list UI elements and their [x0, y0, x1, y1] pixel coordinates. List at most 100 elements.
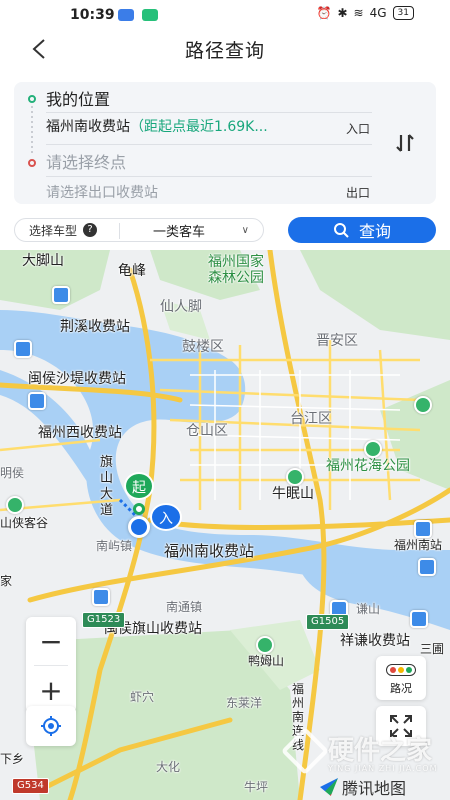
- toll-station-icon[interactable]: [52, 286, 70, 304]
- divider: [46, 176, 372, 177]
- battery-icon: 31: [392, 6, 414, 20]
- map-label: 谦山: [356, 602, 381, 616]
- search-icon: [333, 223, 349, 238]
- map-label: 福州花海公园: [326, 458, 410, 474]
- map-label: 龟峰: [118, 263, 146, 279]
- route-connector: [31, 106, 33, 156]
- park-icon: [414, 396, 432, 414]
- vehicle-type-label: 选择车型: [29, 223, 78, 238]
- entry-station-name: 福州南收费站: [46, 119, 130, 135]
- highway-shield: G1523: [82, 612, 126, 628]
- destination-field[interactable]: 请选择终点: [46, 149, 372, 173]
- entry-station-distance: （距起点最近1.69K...: [130, 119, 268, 135]
- signal-icon: 4G: [369, 6, 387, 20]
- map-label: 南屿镇: [96, 539, 133, 553]
- start-dot-icon: [28, 95, 36, 103]
- message-app-icon: [142, 9, 158, 21]
- exit-tag: 出口: [345, 186, 370, 200]
- traffic-light-icon: [386, 664, 416, 676]
- end-dot-icon: [28, 159, 36, 167]
- watermark: 硬件之家 YING JIAN ZHI JIA.COM: [280, 726, 438, 780]
- map-label: 旗山大道: [100, 455, 114, 518]
- map-label: 牛眠山: [272, 486, 314, 502]
- map-label: 台江区: [290, 411, 332, 427]
- crosshair-icon: [41, 716, 61, 736]
- map-label: 明侯: [0, 466, 25, 480]
- location-pin-icon: [133, 503, 145, 515]
- app-header: 路径查询: [0, 30, 450, 70]
- entry-marker[interactable]: 入: [150, 503, 182, 531]
- watermark-logo-icon: [280, 726, 330, 776]
- tencent-map-logo-icon: [320, 778, 338, 796]
- traffic-label: 路况: [390, 682, 412, 695]
- map-label: 福州南站: [394, 538, 443, 552]
- toll-station-icon[interactable]: [414, 520, 432, 538]
- watermark-subtext: YING JIAN ZHI JIA.COM: [328, 764, 438, 773]
- chevron-down-icon: ∨: [241, 224, 249, 236]
- query-button[interactable]: 查询: [288, 217, 436, 243]
- toll-station-icon[interactable]: [410, 610, 428, 628]
- page-title: 路径查询: [184, 40, 265, 62]
- start-location-field[interactable]: 我的位置: [46, 86, 372, 110]
- map-label: 山侠客谷: [0, 516, 49, 530]
- map-label: 虾穴: [130, 690, 155, 704]
- divider: [46, 144, 372, 145]
- vehicle-type-value: 一类客车: [153, 224, 206, 240]
- map-label: 牛坪: [244, 780, 269, 794]
- highway-shield: G534: [12, 778, 49, 794]
- map-label: 祥谦收费站: [340, 633, 410, 649]
- park-icon: [256, 636, 274, 654]
- toll-station-icon[interactable]: [418, 558, 436, 576]
- swap-icon: [396, 134, 414, 152]
- bluetooth-icon: ✱: [337, 6, 348, 20]
- map-label: 大脚山: [22, 253, 64, 269]
- notification-app-icon: [118, 9, 134, 21]
- toll-station-icon[interactable]: [28, 392, 46, 410]
- watermark-text: 硬件之家: [328, 736, 433, 766]
- brand-name: 腾讯地图: [342, 779, 407, 798]
- zoom-controls: − +: [26, 617, 76, 713]
- swap-button[interactable]: [392, 130, 418, 156]
- map-label: 闽侯沙堤收费站: [28, 371, 126, 387]
- park-icon: [6, 496, 24, 514]
- park-icon: [286, 468, 304, 486]
- map-brand: 腾讯地图: [320, 775, 406, 799]
- map-label: 南通镇: [166, 600, 203, 614]
- wifi-icon: ≋: [353, 6, 364, 20]
- park-icon: [364, 440, 382, 458]
- map-label: 晋安区: [316, 333, 358, 349]
- divider: [119, 223, 120, 239]
- vehicle-type-selector[interactable]: 选择车型 ? 一类客车 ∨: [14, 218, 264, 242]
- map-label: 荆溪收费站: [60, 319, 130, 335]
- help-icon[interactable]: ?: [83, 223, 98, 237]
- map-label: 鼓楼区: [182, 339, 224, 355]
- map-label: 福州西收费站: [38, 425, 122, 441]
- status-time: 10:39: [70, 7, 115, 23]
- status-bar: 10:39 ⏰ ✱ ≋ 4G 31: [0, 0, 450, 30]
- map-label: 鸭姆山: [248, 654, 285, 668]
- highway-shield: G1505: [306, 614, 350, 630]
- map-label: 福州南收费站: [164, 542, 255, 560]
- map-label: 仓山区: [186, 423, 228, 439]
- zoom-out-button[interactable]: −: [26, 617, 76, 665]
- map-label: 东莱洋: [226, 696, 263, 710]
- start-marker[interactable]: 起: [124, 472, 154, 500]
- entry-tag: 入口: [345, 122, 370, 136]
- map-label: 家: [0, 574, 13, 588]
- locate-button[interactable]: [26, 706, 76, 746]
- query-label: 查询: [358, 222, 391, 241]
- map-label: 下乡: [0, 752, 25, 766]
- route-panel: 我的位置 福州南收费站 （距起点最近1.69K... 入口 请选择终点 请选择出…: [14, 82, 436, 204]
- status-icons: ⏰ ✱ ≋ 4G 31: [317, 6, 414, 20]
- map-label: 三圃: [420, 642, 445, 656]
- traffic-toggle-button[interactable]: 路况: [376, 656, 426, 700]
- divider: [46, 112, 372, 113]
- toll-station-icon[interactable]: [14, 340, 32, 358]
- toll-station-icon[interactable]: [92, 588, 110, 606]
- entry-station-field[interactable]: 福州南收费站 （距起点最近1.69K...: [46, 116, 372, 136]
- exit-station-field[interactable]: 请选择出口收费站: [46, 182, 372, 202]
- alarm-icon: ⏰: [316, 6, 332, 20]
- my-location-marker: [128, 516, 150, 538]
- map-label: 仙人脚: [160, 299, 202, 315]
- map-label: 大化: [156, 760, 181, 774]
